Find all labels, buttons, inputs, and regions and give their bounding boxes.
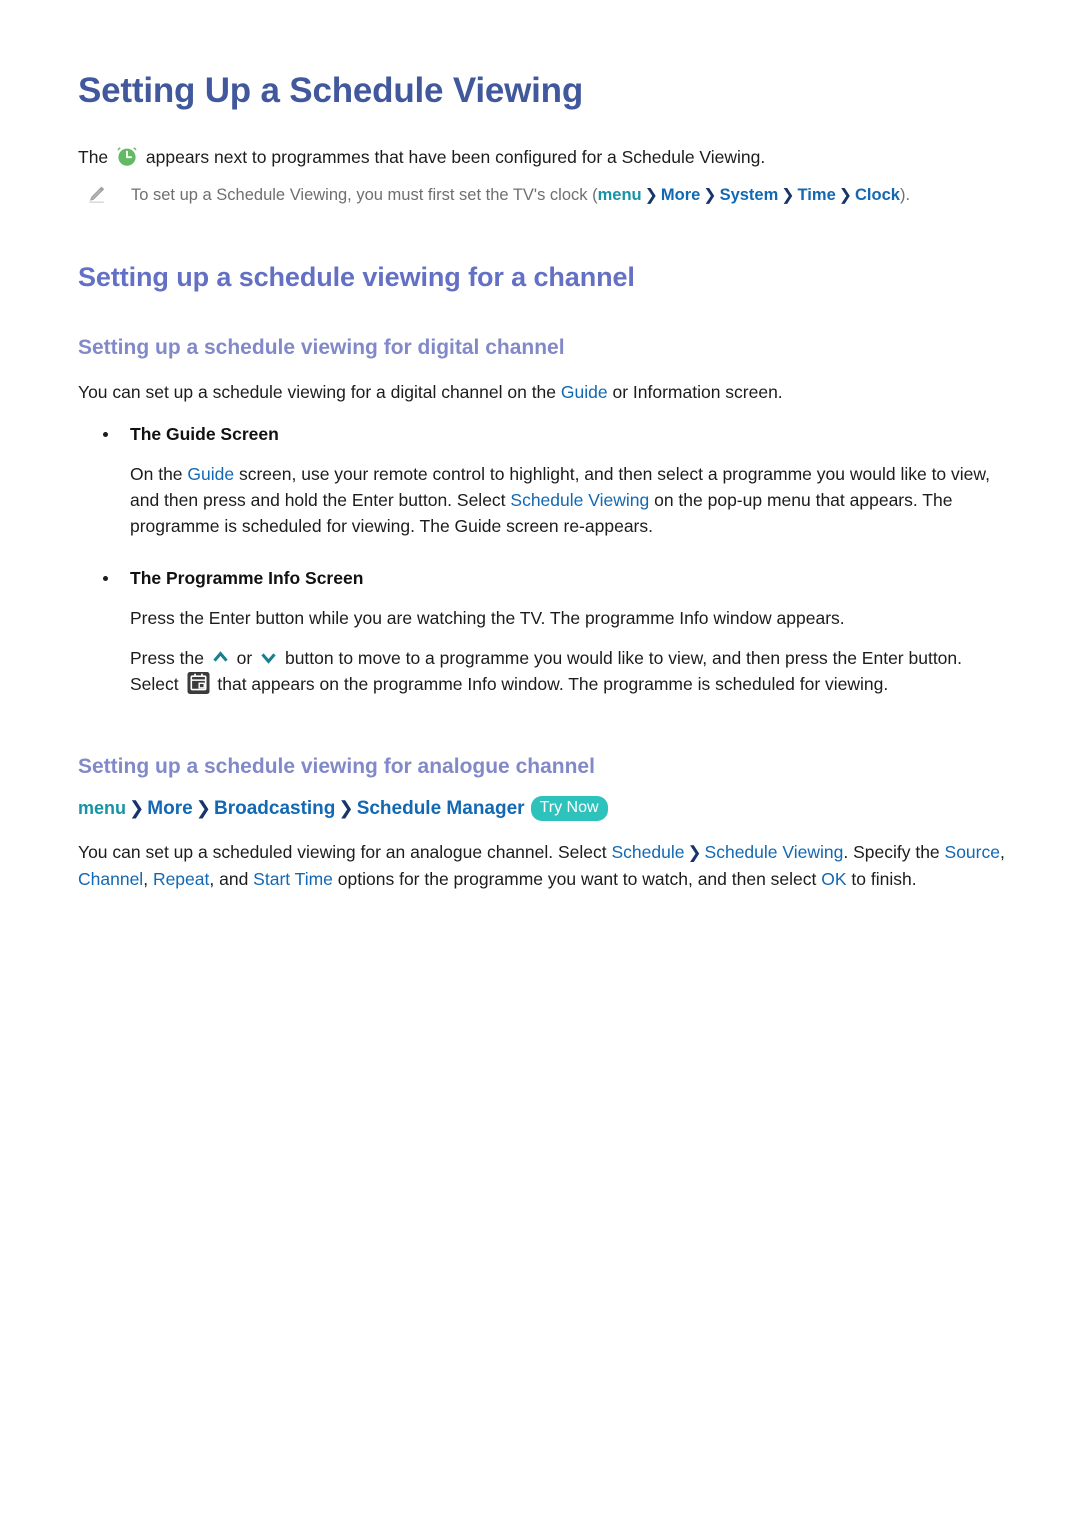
- schedule-calendar-icon[interactable]: [187, 671, 210, 695]
- digital-bullet-list-2: The Programme Info Screen: [78, 565, 1008, 591]
- intro-paragraph: The appears next to programmes that have…: [78, 144, 1008, 170]
- note-text: To set up a Schedule Viewing, you must f…: [131, 182, 910, 208]
- keyword-schedule[interactable]: Schedule: [612, 842, 685, 862]
- chevron-right-icon: ❯: [687, 843, 702, 862]
- programme-info-paragraph-line1: Press the Enter button while you are wat…: [130, 605, 1008, 631]
- chevron-right-icon: ❯: [644, 187, 658, 204]
- an-part-0: You can set up a scheduled viewing for a…: [78, 842, 612, 862]
- path-broadcasting[interactable]: Broadcasting: [214, 798, 335, 819]
- keyword-schedule-viewing[interactable]: Schedule Viewing: [510, 490, 649, 510]
- list-item: The Guide Screen: [78, 421, 1008, 447]
- analogue-paragraph: You can set up a scheduled viewing for a…: [78, 839, 1008, 892]
- an-part-6: ,: [999, 842, 1005, 862]
- note-path-clock[interactable]: Clock: [855, 186, 900, 204]
- intro-text-before: The: [78, 147, 114, 167]
- note-path-system[interactable]: System: [720, 186, 779, 204]
- list-item: The Programme Info Screen: [78, 565, 1008, 591]
- note-path-menu[interactable]: menu: [598, 186, 642, 204]
- keyword-start-time[interactable]: Start Time: [253, 869, 333, 889]
- keyword-schedule-viewing-2[interactable]: Schedule Viewing: [705, 842, 844, 862]
- guide-screen-paragraph: On the Guide screen, use your remote con…: [130, 461, 1008, 539]
- an-part-14: to finish.: [846, 869, 917, 889]
- pencil-icon: [86, 184, 107, 205]
- keyword-source[interactable]: Source: [945, 842, 1000, 862]
- chevron-right-icon: ❯: [703, 187, 717, 204]
- try-now-badge[interactable]: Try Now: [530, 796, 608, 821]
- chevron-down-icon: [258, 647, 279, 668]
- an-part-8: ,: [143, 869, 153, 889]
- guide-p-part1: On the: [130, 464, 188, 484]
- keyword-ok[interactable]: OK: [821, 869, 846, 889]
- subsection-heading-digital: Setting up a schedule viewing for digita…: [78, 336, 565, 359]
- digital-bullet-list: The Guide Screen: [78, 421, 1008, 447]
- bullet-label-guide-screen: The Guide Screen: [130, 424, 279, 444]
- an-part-12: options for the programme you want to wa…: [332, 869, 822, 889]
- digital-lead-part2: or Information screen.: [607, 382, 783, 402]
- note-text-before: To set up a Schedule Viewing, you must f…: [131, 186, 598, 204]
- note-path-more[interactable]: More: [661, 186, 700, 204]
- intro-text-after: appears next to programmes that have bee…: [141, 147, 766, 167]
- info-p-part-a: Press the: [130, 648, 209, 668]
- info-p-line1: Press the Enter button while you are wat…: [130, 608, 845, 628]
- analogue-breadcrumb: menu ❯ More ❯ Broadcasting ❯ Schedule Manager T…: [78, 794, 1008, 823]
- keyword-guide[interactable]: Guide: [561, 382, 608, 402]
- document-page: Setting Up a Schedule Viewing The appear…: [0, 0, 1080, 1527]
- note-path-time[interactable]: Time: [798, 186, 836, 204]
- bullet-label-programme-info-screen: The Programme Info Screen: [130, 568, 364, 588]
- page-title: Setting Up a Schedule Viewing: [78, 71, 584, 110]
- programme-info-paragraph-line2: Press the or button to move to a program…: [130, 645, 1008, 697]
- path-menu[interactable]: menu: [78, 798, 126, 818]
- keyword-repeat[interactable]: Repeat: [153, 869, 209, 889]
- keyword-channel[interactable]: Channel: [78, 869, 143, 889]
- chevron-right-icon: ❯: [129, 797, 145, 818]
- chevron-right-icon: ❯: [195, 797, 211, 818]
- keyword-guide-2[interactable]: Guide: [187, 464, 234, 484]
- note-row: To set up a Schedule Viewing, you must f…: [86, 182, 1008, 208]
- chevron-right-icon: ❯: [338, 797, 354, 818]
- digital-lead-part1: You can set up a schedule viewing for a …: [78, 382, 561, 402]
- chevron-up-icon: [210, 647, 231, 668]
- digital-lead-paragraph: You can set up a schedule viewing for a …: [78, 379, 1008, 405]
- section-heading-channel: Setting up a schedule viewing for a chan…: [78, 262, 635, 292]
- note-text-after: ).: [899, 186, 911, 204]
- an-part-10: , and: [209, 869, 254, 889]
- info-p-part-b: or: [231, 648, 258, 668]
- chevron-right-icon: ❯: [838, 187, 853, 204]
- chevron-right-icon: ❯: [781, 187, 795, 204]
- info-p-part-d: that appears on the programme Info windo…: [212, 674, 889, 694]
- path-schedule-manager[interactable]: Schedule Manager: [357, 798, 525, 819]
- subsection-heading-analogue: Setting up a schedule viewing for analog…: [78, 755, 595, 778]
- an-part-4: . Specify the: [843, 842, 945, 862]
- path-more[interactable]: More: [147, 798, 192, 819]
- alarm-clock-icon: [115, 144, 139, 168]
